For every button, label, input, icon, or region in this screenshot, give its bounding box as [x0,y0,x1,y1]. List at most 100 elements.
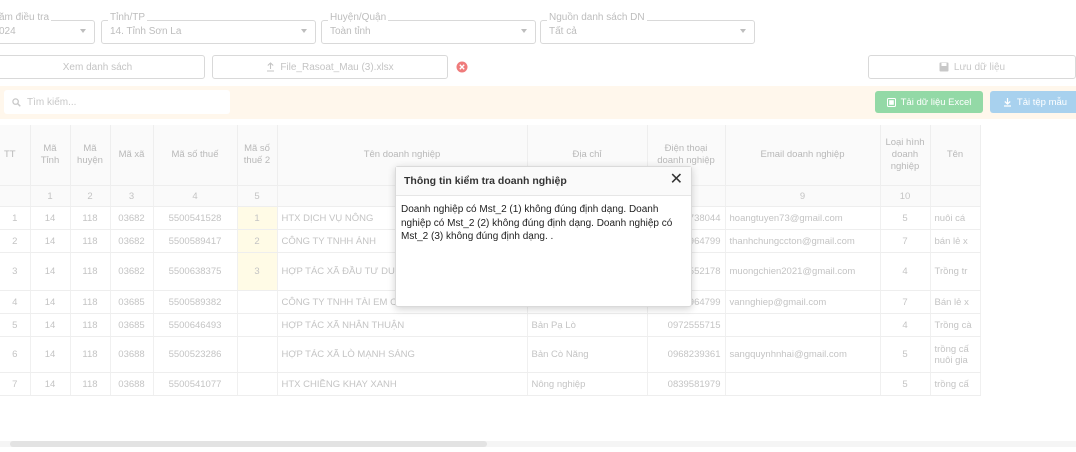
scrollbar-thumb[interactable] [10,441,487,447]
cell-commune-code: 03682 [110,252,154,291]
cell-district-code: 118 [70,372,111,396]
toolbar: Tìm kiếm... Tải dữ liệu Excel Tải tệp mẫ… [0,86,1076,119]
chevron-down-icon [740,29,746,33]
cell-enterprise-name: HỢP TÁC XÃ NHÂN THUẬN [277,313,528,337]
col-number: 4 [153,185,238,207]
header-tt: TT [0,125,31,186]
cell-name: nuôi cá [930,206,981,230]
dialog-message: Doanh nghiệp có Mst_2 (1) không đúng địn… [401,204,673,242]
cell-commune-code: 03685 [110,313,154,337]
filter-source[interactable]: Nguồn danh sách DN Tất cả [540,12,755,44]
save-label: Lưu dữ liệu [953,61,1006,73]
cell-tax-code-2 [237,336,278,373]
cell-address: Bản Cò Năng [527,336,648,373]
table-row[interactable]: 7 14 118 03688 5500541077 HTX CHIỀNG KHA… [0,372,981,396]
table-row[interactable]: 5 14 118 03685 5500646493 HỢP TÁC XÃ NHÂ… [0,313,981,337]
cell-email [725,372,881,396]
cell-tax-code-2: 1 [237,206,278,230]
upload-file-button[interactable]: File_Rasoat_Mau (3).xlsx [212,55,448,79]
view-list-label: Xem danh sách [62,61,133,73]
cell-email: muongchien2021@gmail.com [725,252,881,291]
filter-value: 14. Tỉnh Sơn La [110,26,182,37]
cell-tax-code: 5500523286 [153,336,238,373]
filter-label: Nguồn danh sách DN [547,12,647,24]
cell-tax-code-2 [237,313,278,337]
cell-enterprise-type: 4 [880,252,931,291]
chevron-down-icon [80,29,86,33]
chevron-down-icon [301,29,307,33]
table-row[interactable]: 6 14 118 03688 5500523286 HỢP TÁC XÃ LÒ … [0,336,981,373]
cell-enterprise-name: HTX CHIỀNG KHAY XANH [277,372,528,396]
cell-province-code: 14 [30,313,71,337]
upload-icon [267,62,275,72]
search-input[interactable]: Tìm kiếm... [4,90,230,114]
cell-tax-code: 5500589417 [153,229,238,253]
header-name: Tên [930,125,981,186]
cell-enterprise-name: HỢP TÁC XÃ LÒ MẠNH SÁNG [277,336,528,373]
cell-district-code: 118 [70,252,111,291]
excel-icon [886,97,896,107]
col-number: 5 [237,185,278,207]
cell-phone: 0968239361 [647,336,726,373]
cell-commune-code: 03682 [110,229,154,253]
filter-district[interactable]: Huyện/Quận Toàn tỉnh [321,12,536,44]
cell-email: hoangtuyen73@gmail.com [725,206,881,230]
cell-province-code: 14 [30,290,71,314]
filter-value: Toàn tỉnh [330,26,371,37]
close-icon[interactable]: ✕ [670,171,683,189]
cell-tt: 4 [0,290,31,314]
cell-commune-code: 03685 [110,290,154,314]
view-list-button[interactable]: Xem danh sách [0,55,205,79]
cell-enterprise-type: 5 [880,336,931,373]
cell-address: Nông nghiệp [527,372,648,396]
save-button[interactable]: Lưu dữ liệu [868,55,1076,79]
download-template-label: Tải tệp mẫu [1016,96,1068,108]
col-number: 3 [110,185,154,207]
cell-enterprise-type: 4 [880,313,931,337]
filter-label: Huyện/Quận [328,12,389,24]
header-tax-code: Mã số thuế [153,125,238,186]
cell-tax-code: 5500541528 [153,206,238,230]
header-commune-code: Mã xã [110,125,154,186]
filter-label: ăm điều tra [0,12,52,24]
cell-enterprise-type: 7 [880,229,931,253]
cell-phone: 0972555715 [647,313,726,337]
file-name: File_Rasoat_Mau (3).xlsx [280,61,394,73]
header-district-code: Mã huyện [70,125,111,186]
cell-name: trồng cấ nuôi gia [930,336,981,373]
filter-value: 024 [0,26,16,37]
filter-province[interactable]: Tỉnh/TP 14. Tỉnh Sơn La [101,12,316,44]
cell-province-code: 14 [30,252,71,291]
cell-enterprise-type: 5 [880,372,931,396]
cell-district-code: 118 [70,290,111,314]
cell-tax-code-2 [237,290,278,314]
download-template-button[interactable]: Tải tệp mẫu [990,91,1076,113]
dialog-title: Thông tin kiểm tra doanh nghiệp [404,175,567,187]
cell-tt: 6 [0,336,31,373]
cell-email [725,313,881,337]
col-number: 10 [880,185,931,207]
cell-address: Bản Pạ Lò [527,313,648,337]
remove-file-icon[interactable] [456,61,468,73]
cell-district-code: 118 [70,336,111,373]
horizontal-scrollbar[interactable] [0,441,1076,447]
cell-tt: 7 [0,372,31,396]
filter-survey-year[interactable]: ăm điều tra 024 [0,12,95,44]
cell-province-code: 14 [30,229,71,253]
cell-commune-code: 03688 [110,372,154,396]
cell-commune-code: 03682 [110,206,154,230]
cell-province-code: 14 [30,206,71,230]
col-number: 9 [725,185,881,207]
cell-email: sangquynhnhai@gmail.com [725,336,881,373]
save-icon [939,62,949,72]
cell-commune-code: 03688 [110,336,154,373]
download-excel-button[interactable]: Tải dữ liệu Excel [875,91,983,113]
cell-phone: 0839581979 [647,372,726,396]
cell-tt: 5 [0,313,31,337]
cell-tax-code-2: 3 [237,252,278,291]
cell-province-code: 14 [30,336,71,373]
cell-tt: 1 [0,206,31,230]
cell-name: Trồng cà [930,313,981,337]
col-number [930,185,981,207]
cell-district-code: 118 [70,313,111,337]
